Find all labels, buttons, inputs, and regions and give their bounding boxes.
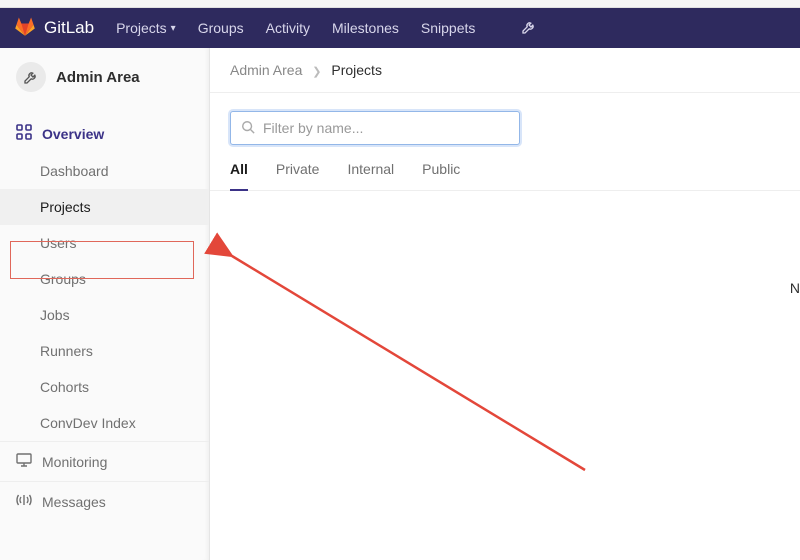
monitoring-label: Monitoring [42,454,107,470]
tab-all[interactable]: All [230,161,248,191]
nav-snippets[interactable]: Snippets [421,20,475,36]
sidebar-item-dashboard[interactable]: Dashboard [0,153,209,189]
tab-label: All [230,161,248,177]
tab-internal[interactable]: Internal [347,161,394,190]
tab-public[interactable]: Public [422,161,460,190]
brand-text: GitLab [44,18,94,38]
chevron-down-icon: ▾ [171,23,176,34]
nav-projects[interactable]: Projects ▾ [116,20,176,36]
filter-input-wrap[interactable] [230,111,520,145]
search-icon [241,120,255,137]
visibility-tabs: All Private Internal Public [210,145,800,191]
sidebar-section-monitoring[interactable]: Monitoring [0,441,209,481]
sidebar: Admin Area Overview Dashboard Projects U… [0,48,210,560]
sidebar-item-users[interactable]: Users [0,225,209,261]
monitor-icon [16,452,32,471]
sidebar-title: Admin Area [56,69,140,86]
sidebar-item-projects[interactable]: Projects [0,189,209,225]
sidebar-item-cohorts[interactable]: Cohorts [0,369,209,405]
breadcrumb: Admin Area ❯ Projects [210,48,800,93]
admin-link[interactable] [521,19,537,38]
nav-groups-label: Groups [198,20,244,36]
chevron-right-icon: ❯ [312,66,321,78]
nav-activity[interactable]: Activity [266,20,310,36]
sidebar-item-label: Projects [40,199,91,215]
sidebar-item-label: Cohorts [40,379,89,395]
sidebar-item-convdev[interactable]: ConvDev Index [0,405,209,441]
wrench-icon [16,62,46,92]
sidebar-item-runners[interactable]: Runners [0,333,209,369]
sidebar-header[interactable]: Admin Area [0,48,209,106]
nav-snippets-label: Snippets [421,20,475,36]
sidebar-section-overview[interactable]: Overview [0,114,209,153]
tab-private[interactable]: Private [276,161,320,190]
sidebar-item-label: Users [40,235,77,251]
gitlab-logo-icon [14,15,36,42]
nav-projects-label: Projects [116,20,167,36]
truncated-text-edge: N [790,280,800,296]
overview-label: Overview [42,126,104,142]
nav-groups[interactable]: Groups [198,20,244,36]
breadcrumb-root[interactable]: Admin Area [230,62,302,78]
browser-url-bar [0,0,800,8]
top-navbar: GitLab Projects ▾ Groups Activity Milest… [0,8,800,48]
sidebar-item-label: Jobs [40,307,70,323]
nav-milestones-label: Milestones [332,20,399,36]
tab-label: Private [276,161,320,177]
wrench-icon [521,19,537,38]
main-content: Admin Area ❯ Projects All Private Intern… [210,48,800,560]
sidebar-item-label: Groups [40,271,86,287]
sidebar-item-jobs[interactable]: Jobs [0,297,209,333]
nav-milestones[interactable]: Milestones [332,20,399,36]
breadcrumb-current: Projects [331,62,382,78]
sidebar-item-label: Dashboard [40,163,109,179]
brand[interactable]: GitLab [14,15,94,42]
sidebar-section-messages[interactable]: Messages [0,481,209,521]
nav-activity-label: Activity [266,20,310,36]
sidebar-item-groups[interactable]: Groups [0,261,209,297]
messages-label: Messages [42,494,106,510]
overview-icon [16,124,32,143]
broadcast-icon [16,492,32,511]
sidebar-item-label: Runners [40,343,93,359]
sidebar-item-label: ConvDev Index [40,415,136,431]
tab-label: Internal [347,161,394,177]
tab-label: Public [422,161,460,177]
filter-input[interactable] [263,120,509,136]
